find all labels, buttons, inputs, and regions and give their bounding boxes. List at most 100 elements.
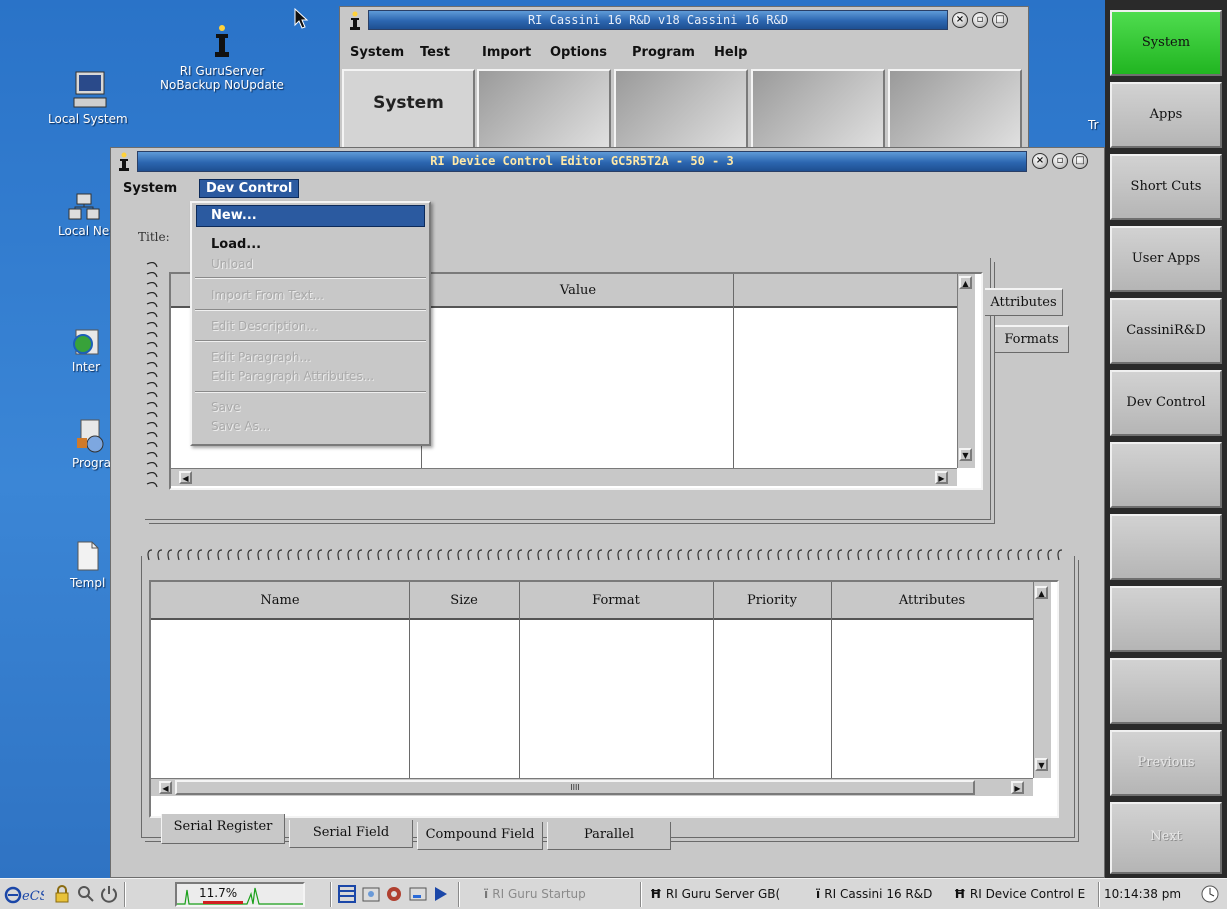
menu-item-load[interactable]: Load... bbox=[211, 237, 261, 252]
desktop-icon-local-system[interactable]: Local System bbox=[48, 68, 130, 126]
panel-button-cassini-rd[interactable]: CassiniR&D bbox=[1110, 298, 1222, 364]
svg-text:eCS: eCS bbox=[22, 889, 44, 904]
desktop-icon-programs[interactable]: Progra bbox=[72, 418, 111, 470]
cassini-tab-3[interactable] bbox=[614, 69, 748, 149]
menu-item-edit-paragraph: Edit Paragraph... bbox=[211, 350, 311, 364]
cassini-titlebar[interactable]: RI Cassini 16 R&D v18 Cassini 16 R&D bbox=[368, 10, 948, 30]
clock-icon[interactable] bbox=[1200, 884, 1220, 904]
menu-system[interactable]: System bbox=[350, 45, 404, 60]
ri-server-icon bbox=[214, 25, 229, 57]
scroll-left-icon[interactable]: ◀ bbox=[179, 471, 192, 484]
menu-item-new[interactable]: New... bbox=[196, 205, 425, 227]
programs-icon bbox=[77, 419, 104, 453]
cassini-tab-5[interactable] bbox=[888, 69, 1022, 149]
minimize-icon[interactable]: ▫ bbox=[972, 12, 988, 28]
desktop-icon-ri-guruserver[interactable]: RI GuruServer NoBackup NoUpdate bbox=[160, 22, 284, 92]
task-ri-cassini[interactable]: ï RI Cassini 16 R&D bbox=[816, 883, 956, 906]
menu-program[interactable]: Program bbox=[632, 45, 695, 60]
window-list-icon[interactable] bbox=[338, 885, 356, 903]
maximize-icon[interactable]: □ bbox=[992, 12, 1008, 28]
desktop-icon-templates[interactable]: Templ bbox=[70, 540, 105, 590]
column-header-name[interactable]: Name bbox=[151, 593, 409, 608]
minimize-icon[interactable]: ▫ bbox=[1052, 153, 1068, 169]
lock-icon[interactable] bbox=[54, 885, 70, 903]
column-header-format[interactable]: Format bbox=[519, 593, 713, 608]
ri-logo-icon: Ħ bbox=[954, 887, 970, 901]
panel-button-system[interactable]: System bbox=[1110, 10, 1222, 76]
menu-options[interactable]: Options bbox=[550, 45, 607, 60]
lower-horizontal-scrollbar[interactable]: ◀ IIII ▶ bbox=[151, 778, 1033, 796]
drive-icon[interactable] bbox=[408, 884, 428, 904]
scroll-up-icon[interactable]: ▲ bbox=[1035, 586, 1048, 599]
tab-formats[interactable]: Formats bbox=[995, 325, 1069, 353]
editor-titlebar[interactable]: RI Device Control Editor GC5R5T2A - 50 -… bbox=[137, 151, 1027, 172]
tab-serial-field[interactable]: Serial Field bbox=[289, 820, 413, 848]
close-icon[interactable]: × bbox=[952, 12, 968, 28]
desktop-icon-label: Inter bbox=[71, 360, 101, 374]
spiral-binding-icon bbox=[146, 261, 158, 488]
lower-table[interactable]: Name Size Format Priority Attributes ▲ ▼… bbox=[149, 580, 1059, 818]
panel-button-next[interactable]: Next bbox=[1110, 802, 1222, 874]
scroll-right-icon[interactable]: ▶ bbox=[935, 471, 948, 484]
panel-button-user-apps[interactable]: User Apps bbox=[1110, 226, 1222, 292]
task-ri-guru-startup[interactable]: ï RI Guru Startup bbox=[484, 883, 632, 906]
cassini-tab-system[interactable]: System bbox=[342, 69, 475, 149]
folder-search-icon[interactable] bbox=[361, 884, 381, 904]
menu-item-import-from-text: Import From Text... bbox=[211, 288, 324, 302]
search-icon[interactable] bbox=[77, 885, 95, 903]
app-icon[interactable] bbox=[432, 884, 450, 904]
desktop-icon-internet[interactable]: Inter bbox=[70, 328, 102, 374]
cassini-tab-2[interactable] bbox=[477, 69, 611, 149]
menu-help[interactable]: Help bbox=[714, 45, 747, 60]
scroll-thumb[interactable]: IIII bbox=[175, 780, 975, 795]
column-header-attributes[interactable]: Attributes bbox=[831, 593, 1033, 608]
scroll-up-icon[interactable]: ▲ bbox=[959, 276, 972, 289]
clock[interactable]: 10:14:38 pm bbox=[1104, 883, 1200, 906]
desktop-icon-trash[interactable]: Tr bbox=[1088, 118, 1099, 132]
lower-vertical-scrollbar[interactable]: ▲ ▼ bbox=[1033, 582, 1051, 778]
task-ri-guru-server[interactable]: Ħ RI Guru Server GB( bbox=[650, 883, 814, 906]
column-header-value[interactable]: Value bbox=[423, 283, 733, 298]
upper-vertical-scrollbar[interactable]: ▲ ▼ bbox=[957, 274, 975, 468]
start-menu-logo-icon[interactable]: eCS bbox=[4, 885, 44, 905]
scroll-down-icon[interactable]: ▼ bbox=[1035, 758, 1048, 771]
menu-item-unload: Unload bbox=[211, 257, 254, 271]
settings-icon[interactable] bbox=[384, 884, 404, 904]
editor-menubar: System Dev Control bbox=[121, 179, 421, 200]
column-header-size[interactable]: Size bbox=[409, 593, 519, 608]
scroll-right-icon[interactable]: ▶ bbox=[1011, 781, 1024, 794]
panel-button-dev-control[interactable]: Dev Control bbox=[1110, 370, 1222, 436]
ri-logo-icon bbox=[119, 152, 129, 171]
internet-icon bbox=[73, 329, 99, 355]
menu-import[interactable]: Import bbox=[482, 45, 531, 60]
desktop-icon-label: Progra bbox=[72, 456, 111, 470]
scroll-down-icon[interactable]: ▼ bbox=[959, 448, 972, 461]
column-header-priority[interactable]: Priority bbox=[713, 593, 831, 608]
panel-button-previous[interactable]: Previous bbox=[1110, 730, 1222, 796]
panel-button-empty-2[interactable] bbox=[1110, 514, 1222, 580]
desktop-icon-local-network[interactable]: Local Ne bbox=[58, 192, 109, 238]
menu-system[interactable]: System bbox=[123, 181, 177, 196]
desktop-icon-label: Templ bbox=[70, 576, 106, 590]
menu-dev-control[interactable]: Dev Control bbox=[199, 179, 300, 198]
tab-compound-field[interactable]: Compound Field bbox=[417, 822, 543, 850]
ri-logo-icon: Ħ bbox=[650, 887, 666, 901]
close-icon[interactable]: × bbox=[1032, 153, 1048, 169]
maximize-icon[interactable]: □ bbox=[1072, 153, 1088, 169]
menu-test[interactable]: Test bbox=[420, 45, 450, 60]
upper-horizontal-scrollbar[interactable]: ◀ ▶ bbox=[171, 468, 957, 486]
scroll-left-icon[interactable]: ◀ bbox=[159, 781, 172, 794]
power-icon[interactable] bbox=[100, 885, 118, 903]
tab-attributes[interactable]: Attributes bbox=[985, 288, 1063, 316]
panel-button-short-cuts[interactable]: Short Cuts bbox=[1110, 154, 1222, 220]
tab-serial-register[interactable]: Serial Register bbox=[161, 814, 285, 844]
task-ri-device-control[interactable]: Ħ RI Device Control E bbox=[954, 883, 1096, 906]
panel-button-empty-3[interactable] bbox=[1110, 586, 1222, 652]
cassini-title: RI Cassini 16 R&D v18 Cassini 16 R&D bbox=[527, 13, 789, 27]
panel-button-empty-4[interactable] bbox=[1110, 658, 1222, 724]
panel-button-empty-1[interactable] bbox=[1110, 442, 1222, 508]
panel-button-apps[interactable]: Apps bbox=[1110, 82, 1222, 148]
tab-parallel[interactable]: Parallel bbox=[547, 822, 671, 850]
cpu-graph-icon bbox=[177, 887, 303, 905]
cassini-tab-4[interactable] bbox=[751, 69, 885, 149]
